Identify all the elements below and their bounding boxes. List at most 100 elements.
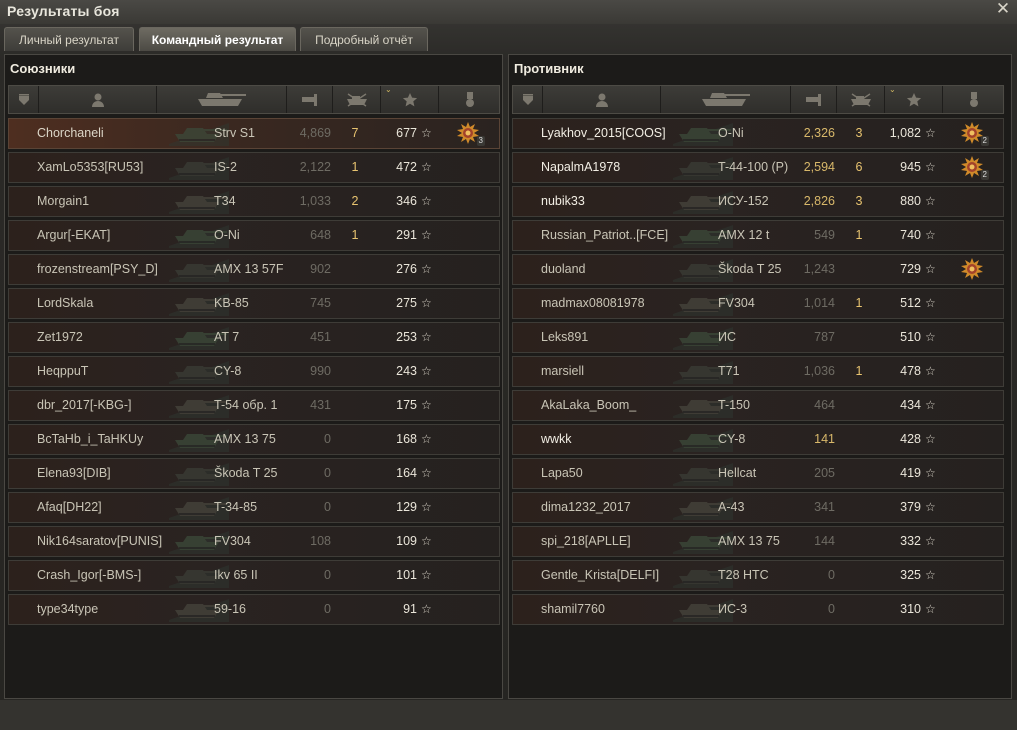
damage-value: 1,036 [803,364,835,378]
star-icon: ☆ [925,568,936,582]
xp-value: 129 [396,500,417,514]
player-row[interactable]: XamLo5353[RU53] IS-2 2,122 1 472 ☆ [8,152,500,183]
column-medal-icon[interactable] [943,86,1005,113]
kills-value [343,289,367,318]
column-damage-icon[interactable] [791,86,837,113]
star-icon: ☆ [421,602,432,616]
player-name: Elena93[DIB] [37,466,111,480]
player-row[interactable]: frozenstream[PSY_D] AMX 13 57F 902 276 ☆ [8,254,500,285]
star-icon: ☆ [925,228,936,242]
star-icon: ☆ [925,466,936,480]
player-row[interactable]: shamil7760 ИС-3 0 310 ☆ [512,594,1004,625]
player-name: marsiell [541,364,585,378]
kills-value [847,323,871,352]
xp-value: 332 [900,534,921,548]
xp-value: 512 [900,296,921,310]
player-row[interactable]: duoland Škoda T 25 1,243 729 ☆ [512,254,1004,285]
player-row[interactable]: wwkk CY-8 141 428 ☆ [512,424,1004,455]
kills-value [343,255,367,284]
sort-desc-icon: ⌄ [385,85,392,94]
damage-value: 2,826 [803,194,835,208]
damage-value: 1,243 [803,262,835,276]
player-row[interactable]: Chorchaneli Strv S1 4,869 7 677 ☆ 3 [8,118,500,149]
tab-personal-result[interactable]: Личный результат [4,27,134,51]
star-icon: ☆ [421,194,432,208]
star-icon: ☆ [421,160,432,174]
allies-title: Союзники [10,61,76,76]
player-row[interactable]: dima1232_2017 A-43 341 379 ☆ [512,492,1004,523]
player-row[interactable]: Lyakhov_2015[COOS] O-Ni 2,326 3 1,082 ☆ 2 [512,118,1004,149]
damage-value: 990 [310,364,331,378]
column-tank-icon[interactable] [661,86,791,113]
xp-value: 253 [396,330,417,344]
kills-value: 1 [855,296,863,310]
player-name: Chorchaneli [37,126,104,140]
player-row[interactable]: Russian_Patriot..[FCE] AMX 12 t 549 1 740 ☆ [512,220,1004,251]
column-medal-icon[interactable] [439,86,501,113]
player-row[interactable]: dbr_2017[-KBG-] T-54 обр. 1 431 175 ☆ [8,390,500,421]
star-icon: ☆ [421,534,432,548]
player-row[interactable]: HeqppuT CY-8 990 243 ☆ [8,356,500,387]
medal-icon[interactable]: 3 [457,122,485,146]
tab-detailed-report[interactable]: Подробный отчёт [300,27,428,51]
player-name: type34type [37,602,99,616]
medal-icon[interactable] [961,258,987,282]
star-icon: ☆ [421,296,432,310]
column-squad-icon[interactable] [513,86,543,113]
player-row[interactable]: Nik164saratov[PUNIS] FV304 108 109 ☆ [8,526,500,557]
column-xp-star-icon[interactable]: ⌄ [885,85,943,113]
medal-icon[interactable]: 2 [961,122,989,146]
player-row[interactable]: madmax08081978 FV304 1,014 1 512 ☆ [512,288,1004,319]
xp-value: 419 [900,466,921,480]
player-row[interactable]: Leks891 ИС 787 510 ☆ [512,322,1004,353]
column-kills-icon[interactable] [333,86,381,113]
star-icon: ☆ [421,398,432,412]
medal-icon[interactable]: 2 [961,156,989,180]
kills-value [343,561,367,590]
column-tank-icon[interactable] [157,86,287,113]
xp-value: 91 [403,602,417,616]
column-xp-star-icon[interactable]: ⌄ [381,85,439,113]
column-squad-icon[interactable] [9,86,39,113]
player-row[interactable]: Elena93[DIB] Škoda T 25 0 164 ☆ [8,458,500,489]
star-icon: ☆ [925,432,936,446]
tab-team-result[interactable]: Командный результат [139,27,296,51]
player-name: LordSkala [37,296,94,310]
medal-count: 2 [980,170,989,180]
damage-value: 0 [324,466,331,480]
kills-value [847,255,871,284]
player-row[interactable]: nubik33 ИСУ-152 2,826 3 880 ☆ [512,186,1004,217]
player-row[interactable]: Morgain1 T34 1,033 2 346 ☆ [8,186,500,217]
player-row[interactable]: NapalmA1978 T-44-100 (P) 2,594 6 945 ☆ 2 [512,152,1004,183]
kills-value: 3 [855,126,863,140]
player-row[interactable]: type34type 59-16 0 91 ☆ [8,594,500,625]
star-icon: ☆ [421,466,432,480]
enemies-column-header: ⌄ [512,85,1005,114]
column-damage-icon[interactable] [287,86,333,113]
player-name: wwkk [541,432,572,446]
column-player-icon[interactable] [39,86,157,113]
player-row[interactable]: Gentle_Krista[DELFI] T28 HTC 0 325 ☆ [512,560,1004,591]
column-kills-icon[interactable] [837,86,885,113]
player-row[interactable]: marsiell T71 1,036 1 478 ☆ [512,356,1004,387]
player-row[interactable]: spi_218[APLLE] AMX 13 75 144 332 ☆ [512,526,1004,557]
player-row[interactable]: Afaq[DH22] T-34-85 0 129 ☆ [8,492,500,523]
player-row[interactable]: Crash_Igor[-BMS-] Ikv 65 II 0 101 ☆ [8,560,500,591]
xp-value: 729 [900,262,921,276]
column-player-icon[interactable] [543,86,661,113]
player-name: HeqppuT [37,364,89,378]
player-name: XamLo5353[RU53] [37,160,144,174]
player-row[interactable]: LordSkala KB-85 745 275 ☆ [8,288,500,319]
player-row[interactable]: Lapa50 Hellcat 205 419 ☆ [512,458,1004,489]
player-row[interactable]: Zet1972 AT 7 451 253 ☆ [8,322,500,353]
player-name: duoland [541,262,586,276]
player-name: Crash_Igor[-BMS-] [37,568,142,582]
allies-panel: Союзники ⌄ Chorchaneli Strv S1 4,869 7 677 ☆ 3 X… [4,54,503,699]
close-icon[interactable]: ✕ [995,0,1011,17]
player-name: Lyakhov_2015[COOS] [541,126,666,140]
kills-value [343,595,367,624]
player-row[interactable]: AkaLaka_Boom_ T-150 464 434 ☆ [512,390,1004,421]
player-name: spi_218[APLLE] [541,534,631,548]
player-row[interactable]: Argur[-EKAT] O-Ni 648 1 291 ☆ [8,220,500,251]
player-row[interactable]: BcTaHb_i_TaHKUy AMX 13 75 0 168 ☆ [8,424,500,455]
